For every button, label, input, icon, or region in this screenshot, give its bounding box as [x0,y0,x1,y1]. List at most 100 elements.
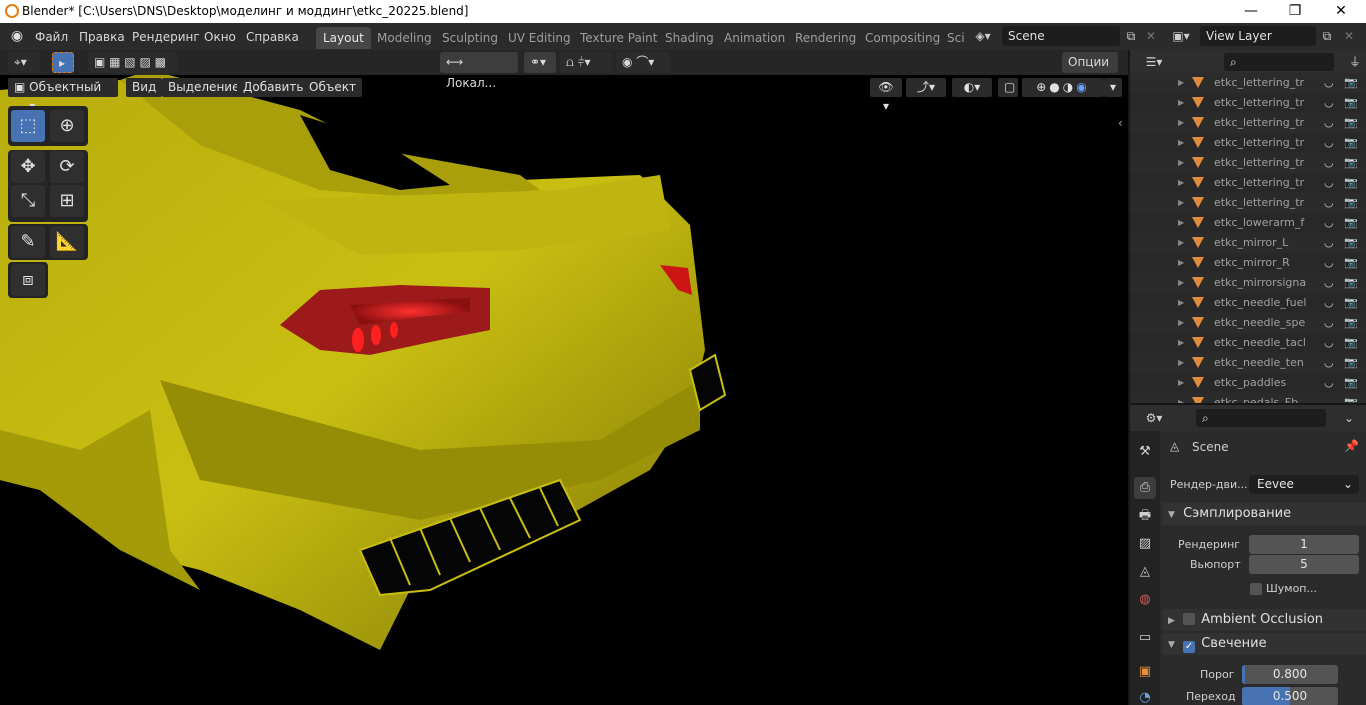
pin-icon[interactable]: 📌 [1344,439,1359,453]
minimize-button[interactable]: — [1228,0,1274,23]
expand-arrow-icon[interactable]: ▶ [1178,73,1184,93]
visibility-eye-icon[interactable]: ◡ [1324,133,1334,153]
view-layer-name-field[interactable]: View Layer [1200,26,1316,46]
expand-arrow-icon[interactable]: ▶ [1178,373,1184,393]
select-box-tool-icon[interactable]: ▸ [52,52,74,73]
outliner-row[interactable]: ▶ etkc_needle_tacl ◡ 📷 [1130,333,1366,353]
expand-arrow-icon[interactable]: ▶ [1178,193,1184,213]
outliner-row[interactable]: ▶ etkc_lettering_tr ◡ 📷 [1130,153,1366,173]
outliner-row[interactable]: ▶ etkc_lettering_tr ◡ 📷 [1130,113,1366,133]
visibility-eye-icon[interactable]: ◡ [1324,393,1334,403]
menu-render[interactable]: Рендеринг [126,28,206,46]
gizmo-toggle-icon[interactable]: ⤴▾ [906,78,946,97]
render-camera-icon[interactable]: 📷 [1344,233,1358,253]
new-scene-icon[interactable]: ⧉ [1120,26,1142,46]
render-camera-icon[interactable]: 📷 [1344,273,1358,293]
visibility-eye-icon[interactable]: ◡ [1324,93,1334,113]
filter-icon[interactable]: ⏚ [1344,52,1366,72]
expand-arrow-icon[interactable]: ▶ [1178,273,1184,293]
cursor-tool-icon[interactable]: ⊕ [50,110,84,142]
expand-arrow-icon[interactable]: ▶ [1178,113,1184,133]
sampling-section-header[interactable]: ▼ Сэмплирование [1162,503,1366,525]
pivot-point-icon[interactable]: ⚭▾ [524,52,556,73]
visibility-eye-icon[interactable]: ◡ [1324,113,1334,133]
visibility-eye-icon[interactable]: ◡ [1324,373,1334,393]
tool-tab-icon[interactable]: ⚒ [1134,441,1156,463]
outliner-row[interactable]: ▶ etkc_pedals_Fb ◡ 📷 [1130,393,1366,403]
move-tool-icon[interactable]: ✥ [11,151,45,183]
visibility-eye-icon[interactable]: ◡ [1324,173,1334,193]
overlay-toggle-icon[interactable]: ◐▾ [952,78,992,97]
render-camera-icon[interactable]: 📷 [1344,353,1358,373]
render-camera-icon[interactable]: 📷 [1344,153,1358,173]
properties-search-input[interactable]: ⌕ [1196,409,1326,427]
outliner-row[interactable]: ▶ etkc_mirror_R ◡ 📷 [1130,253,1366,273]
close-button[interactable]: ✕ [1318,0,1364,23]
tab-layout[interactable]: Layout [316,27,371,49]
snap-toggle-icon[interactable]: ⩍ ⫩▾ [560,52,612,73]
bloom-section-header[interactable]: ▼ ✓ Свечение [1162,633,1366,655]
transform-tool-icon[interactable]: ⊞ [50,185,84,217]
visibility-eye-icon[interactable]: ◡ [1324,153,1334,173]
outliner-row[interactable]: ▶ etkc_needle_spe ◡ 📷 [1130,313,1366,333]
visibility-eye-icon[interactable]: ◡ [1324,333,1334,353]
scene-selector-icon[interactable]: ◈▾ [972,26,994,46]
visibility-icon[interactable]: 👁▾ [870,78,902,113]
xray-toggle-icon[interactable]: ▢ [998,78,1018,97]
outliner-row[interactable]: ▶ etkc_lettering_tr ◡ 📷 [1130,93,1366,113]
blender-menu-icon[interactable]: ◉ [6,26,28,46]
bloom-threshold-slider[interactable]: 0.800 [1242,665,1338,684]
render-tab-icon[interactable]: ⎙ [1134,477,1156,499]
expand-arrow-icon[interactable]: ▶ [1178,333,1184,353]
delete-view-layer-icon[interactable]: ✕ [1338,26,1360,46]
outliner-editor-type-icon[interactable]: ☰▾ [1136,52,1172,72]
denoise-checkbox[interactable] [1250,583,1262,595]
tab-animation[interactable]: Animation [717,27,792,49]
scene-tab-icon[interactable]: ◬ [1134,561,1156,583]
sampling-viewport-field[interactable]: 5 [1249,555,1359,574]
output-tab-icon[interactable]: 🖶 [1134,505,1156,527]
delete-scene-icon[interactable]: ✕ [1140,26,1162,46]
editor-type-button[interactable]: ⌖▾ [8,52,40,73]
menu-add[interactable]: Добавить [237,78,310,97]
outliner-search-input[interactable]: ⌕ [1224,53,1334,71]
outliner-row[interactable]: ▶ etkc_needle_ten ◡ 📷 [1130,353,1366,373]
view-layer-tab-icon[interactable]: ▨ [1134,533,1156,555]
modifier-tab-icon[interactable]: ◔ [1134,687,1156,705]
new-view-layer-icon[interactable]: ⧉ [1316,26,1338,46]
tab-uv-editing[interactable]: UV Editing [501,27,578,49]
render-camera-icon[interactable]: 📷 [1344,253,1358,273]
ao-checkbox[interactable] [1183,613,1196,625]
outliner-row[interactable]: ▶ etkc_lowerarm_f ◡ 📷 [1130,213,1366,233]
menu-select[interactable]: Выделение [162,78,246,97]
ao-section-header[interactable]: ▶ Ambient Occlusion [1162,609,1366,631]
visibility-eye-icon[interactable]: ◡ [1324,313,1334,333]
collection-tab-icon[interactable]: ▭ [1134,627,1156,649]
view-layer-selector-icon[interactable]: ▣▾ [1170,26,1192,46]
expand-arrow-icon[interactable]: ▶ [1178,133,1184,153]
tab-shading[interactable]: Shading [658,27,721,49]
object-tab-icon[interactable]: ▣ [1134,661,1156,683]
expand-arrow-icon[interactable]: ▶ [1178,293,1184,313]
menu-help[interactable]: Справка [240,28,305,46]
outliner-row[interactable]: ▶ etkc_needle_fuel ◡ 📷 [1130,293,1366,313]
outliner-row[interactable]: ▶ etkc_lettering_tr ◡ 📷 [1130,193,1366,213]
scene-name-field[interactable]: Scene [1002,26,1120,46]
rotate-tool-icon[interactable]: ⟳ [50,151,84,183]
expand-arrow-icon[interactable]: ▶ [1178,313,1184,333]
tab-rendering[interactable]: Rendering [788,27,863,49]
shading-dropdown-icon[interactable]: ▾ [1104,78,1122,97]
menu-view[interactable]: Вид [126,78,163,97]
visibility-eye-icon[interactable]: ◡ [1324,73,1334,93]
render-camera-icon[interactable]: 📷 [1344,313,1358,333]
render-camera-icon[interactable]: 📷 [1344,93,1358,113]
menu-edit[interactable]: Правка [73,28,131,46]
expand-arrow-icon[interactable]: ▶ [1178,253,1184,273]
expand-arrow-icon[interactable]: ▶ [1178,153,1184,173]
render-camera-icon[interactable]: 📷 [1344,133,1358,153]
render-camera-icon[interactable]: 📷 [1344,333,1358,353]
render-camera-icon[interactable]: 📷 [1344,393,1358,403]
selection-mode-icons[interactable]: ▣ ▦ ▧ ▨ ▩ [88,52,178,73]
tab-scripting-truncated[interactable]: Sci [940,27,972,49]
sampling-render-field[interactable]: 1 [1249,535,1359,554]
